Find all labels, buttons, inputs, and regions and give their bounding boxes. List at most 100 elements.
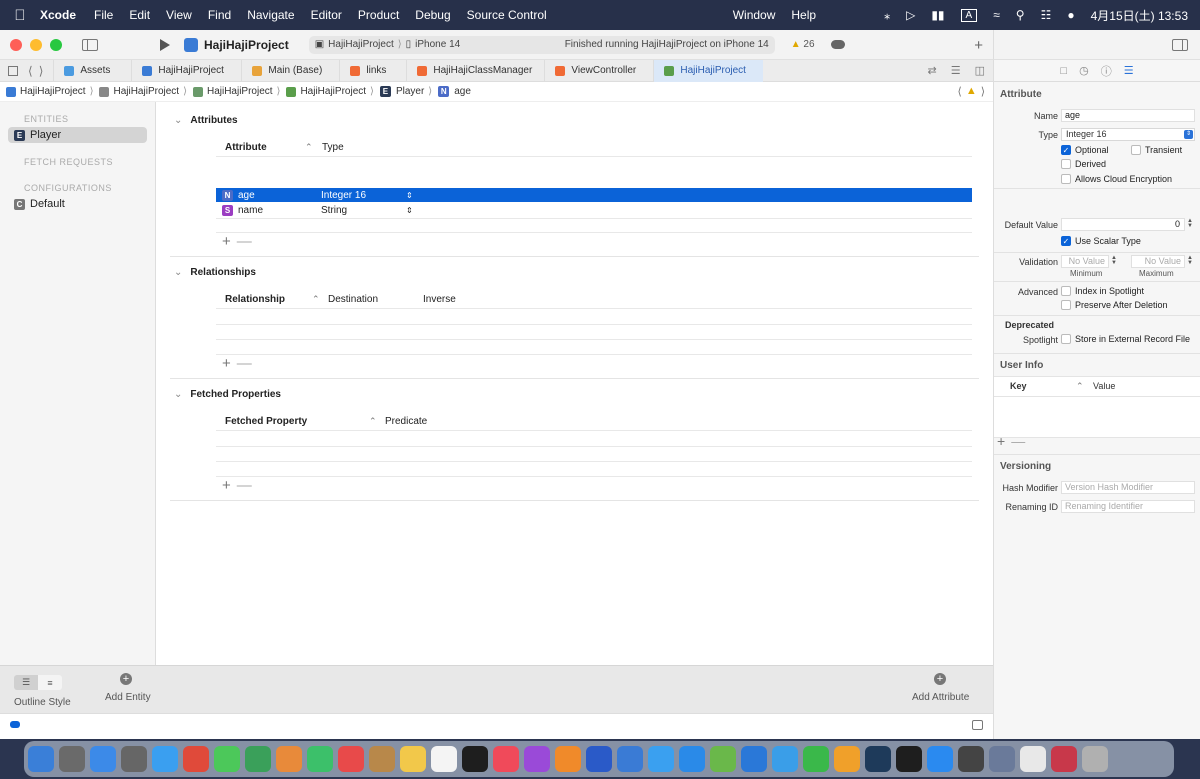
menu-debug[interactable]: Debug: [415, 8, 450, 22]
attribute-type-select[interactable]: Integer 16 ⇕: [1061, 128, 1195, 141]
graph-style-icon[interactable]: ≡: [38, 675, 62, 690]
dock-app-icon[interactable]: [865, 746, 891, 772]
maximum-stepper-icon[interactable]: ▲ ▼: [1186, 255, 1194, 267]
renaming-id-field[interactable]: Renaming Identifier: [1061, 500, 1195, 513]
dock-app-icon[interactable]: [896, 746, 922, 772]
menu-app-name[interactable]: Xcode: [40, 8, 76, 22]
menu-find[interactable]: Find: [208, 8, 231, 22]
transient-checkbox[interactable]: Transient: [1131, 145, 1182, 155]
dock-app-icon[interactable]: [462, 746, 488, 772]
sort-caret-icon[interactable]: ⌃: [1076, 381, 1084, 392]
dock-app-icon[interactable]: [989, 746, 1015, 772]
dock-app-icon[interactable]: [772, 746, 798, 772]
minimize-window-button[interactable]: [30, 38, 42, 51]
navigator-toggle-icon[interactable]: [82, 38, 98, 51]
remove-attribute-minus-icon[interactable]: —: [237, 233, 252, 250]
menu-file[interactable]: File: [94, 8, 113, 22]
remove-user-info-minus-icon[interactable]: —: [1011, 433, 1025, 449]
dock-app-icon[interactable]: [400, 746, 426, 772]
dock-app-icon[interactable]: [1082, 746, 1108, 772]
add-attribute-plus-icon[interactable]: +: [934, 673, 946, 685]
file-inspector-icon[interactable]: □: [1060, 65, 1067, 77]
default-value-field[interactable]: 0: [1061, 218, 1185, 231]
dock-app-icon[interactable]: [152, 746, 178, 772]
dock-app-icon[interactable]: [648, 746, 674, 772]
inspector-toggle-icon[interactable]: [1172, 39, 1188, 51]
breadcrumb-entity[interactable]: E Player ⟩: [379, 86, 432, 97]
dock-app-icon[interactable]: [834, 746, 860, 772]
split-editor-icon[interactable]: ◫: [975, 64, 985, 77]
entity-item-player[interactable]: E Player: [8, 127, 147, 143]
type-stepper-icon[interactable]: ⇕: [406, 206, 413, 215]
menu-window[interactable]: Window: [733, 8, 776, 22]
breadcrumb-project[interactable]: HajiHajiProject ⟩: [6, 86, 93, 97]
use-scalar-checkbox[interactable]: ✓ Use Scalar Type: [1061, 236, 1141, 246]
fetched-property-column-header[interactable]: Fetched Property: [225, 416, 307, 427]
breadcrumb-model[interactable]: HajiHajiProject ⟩: [286, 86, 374, 97]
configuration-item-default[interactable]: C Default: [8, 196, 147, 212]
minimum-stepper-icon[interactable]: ▲ ▼: [1110, 255, 1118, 267]
cloud-encryption-checkbox[interactable]: Allows Cloud Encryption: [1061, 174, 1172, 184]
dock-app-icon[interactable]: [307, 746, 333, 772]
dock-app-icon[interactable]: [59, 746, 85, 772]
key-column-header[interactable]: Key: [1010, 381, 1027, 391]
dock-app-icon[interactable]: [617, 746, 643, 772]
default-value-stepper-icon[interactable]: ▲ ▼: [1186, 218, 1194, 230]
add-entity-plus-icon[interactable]: +: [120, 673, 132, 685]
add-attribute-button[interactable]: Add Attribute: [912, 692, 969, 703]
history-inspector-icon[interactable]: ◷: [1079, 64, 1089, 77]
dock-app-icon[interactable]: [524, 746, 550, 772]
dock-app-icon[interactable]: [927, 746, 953, 772]
validation-minimum-field[interactable]: No Value: [1061, 255, 1109, 268]
preserve-deletion-checkbox[interactable]: Preserve After Deletion: [1061, 300, 1168, 310]
dock-app-icon[interactable]: [555, 746, 581, 772]
breadcrumb-folder[interactable]: HajiHajiProject ⟩: [99, 86, 187, 97]
attribute-row-age[interactable]: Nage Integer 16 ⇕: [216, 188, 972, 202]
input-mode-indicator[interactable]: A: [960, 8, 978, 22]
add-user-info-plus-icon[interactable]: +: [997, 433, 1005, 449]
breadcrumb-model-bundle[interactable]: HajiHajiProject ⟩: [192, 86, 280, 97]
help-inspector-icon[interactable]: ⓘ: [1101, 63, 1112, 79]
dock-app-icon[interactable]: [741, 746, 767, 772]
add-library-button[interactable]: +: [974, 37, 983, 54]
warnings-indicator[interactable]: ▲ 26: [791, 39, 815, 50]
debug-area-toggle-icon[interactable]: [972, 720, 983, 730]
dock-app-icon[interactable]: [338, 746, 364, 772]
attribute-row-name[interactable]: Sname String ⇕: [216, 203, 972, 217]
sort-caret-icon[interactable]: ⌃: [305, 142, 313, 153]
tab-data-model[interactable]: HajiHajiProject: [653, 59, 764, 82]
next-issue-icon[interactable]: ⟩: [981, 85, 985, 98]
relationships-section-header[interactable]: ⌄ Relationships: [174, 267, 256, 278]
battery-icon[interactable]: ▮▮: [931, 8, 944, 22]
control-center-icon[interactable]: ☷: [1041, 8, 1052, 22]
related-items-grid-icon[interactable]: [8, 65, 18, 76]
dock-app-icon[interactable]: [90, 746, 116, 772]
optional-checkbox[interactable]: ✓ Optional: [1061, 145, 1109, 155]
cloud-icon[interactable]: [830, 40, 845, 49]
tab-assets[interactable]: Assets: [53, 59, 131, 82]
attributes-inspector-icon[interactable]: ☰: [1124, 64, 1134, 77]
spotlight-search-icon[interactable]: ⚲: [1016, 8, 1025, 22]
add-fetched-property-plus-icon[interactable]: +: [222, 477, 231, 494]
attribute-column-header[interactable]: Attribute: [225, 142, 267, 153]
validation-maximum-field[interactable]: No Value: [1131, 255, 1185, 268]
scheme-target[interactable]: HajiHajiProject: [328, 39, 394, 50]
menu-editor[interactable]: Editor: [311, 8, 342, 22]
close-window-button[interactable]: [10, 38, 22, 51]
value-column-header[interactable]: Value: [1093, 381, 1115, 391]
dock-app-icon[interactable]: [958, 746, 984, 772]
dock-app-icon[interactable]: [586, 746, 612, 772]
bluetooth-icon[interactable]: ⁎: [884, 8, 890, 22]
remove-relationship-minus-icon[interactable]: —: [237, 355, 252, 372]
menu-clock[interactable]: 4月15日(土) 13:53: [1091, 7, 1188, 24]
dock-app-icon[interactable]: [214, 746, 240, 772]
tab-links[interactable]: links: [339, 59, 406, 82]
zoom-window-button[interactable]: [50, 38, 62, 51]
menu-source-control[interactable]: Source Control: [467, 8, 547, 22]
type-column-header[interactable]: Type: [322, 142, 344, 153]
wifi-icon[interactable]: ≈: [993, 8, 1000, 22]
dock-app-icon[interactable]: [803, 746, 829, 772]
editor-lines-icon[interactable]: ☰: [951, 64, 961, 77]
dock-app-icon[interactable]: [369, 746, 395, 772]
menu-navigate[interactable]: Navigate: [247, 8, 294, 22]
